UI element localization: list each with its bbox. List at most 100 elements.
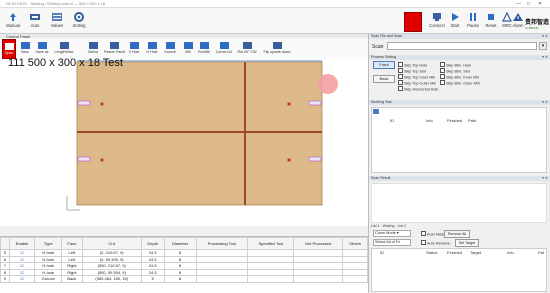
h-hole-marker	[308, 100, 322, 106]
panel-canvas[interactable]: »	[0, 57, 368, 239]
result-tabs: List 1 Waiting List 2	[371, 224, 406, 228]
ribbon-h-hole-button[interactable]: H Hole	[144, 39, 160, 59]
h-hole-marker	[77, 156, 91, 162]
values-button[interactable]: Values	[46, 10, 68, 32]
operations-table: Enable Type Face Crd Depth Diameter Processing…	[0, 236, 368, 293]
column-header[interactable]: Enable	[8, 237, 36, 250]
scan-input[interactable]	[387, 42, 537, 50]
select-icon	[88, 42, 98, 49]
title-bar: NCSTUDIO · Nesting / Drilling control — …	[0, 0, 550, 8]
ribbon-select-button[interactable]: Select	[86, 39, 100, 59]
setting-button[interactable]: Setting	[68, 10, 90, 32]
working-list[interactable]: ID Info Finished Path	[371, 107, 547, 173]
close-button[interactable]: ✕	[538, 1, 542, 7]
table-cell: Back	[61, 275, 83, 283]
ribbon-lengthwise-button[interactable]: LengthWise	[52, 39, 76, 59]
skip-horizontal-hole-checkbox[interactable]: Skip Horizontal Hole	[398, 86, 438, 92]
remove-all-button[interactable]: Remove All	[444, 230, 470, 238]
auto-button[interactable]: Auto	[24, 10, 46, 32]
hole-mark	[100, 158, 104, 162]
scan-section-header: Scan File and Scan ▾ ✕	[369, 34, 550, 39]
tab-waiting[interactable]: Waiting	[383, 224, 395, 228]
ribbon-open-button[interactable]: Open	[2, 39, 16, 59]
tab-list-2[interactable]: List 2	[397, 224, 406, 228]
cursor-marker	[318, 74, 338, 94]
curve-mode-select[interactable]: Curve Mode ▾	[373, 230, 411, 237]
skip-btm-inner-mill-checkbox[interactable]: Skip Btm. Inner Mill	[440, 74, 479, 80]
board-right	[244, 61, 323, 206]
alarm-button[interactable]: Alarm	[510, 10, 526, 32]
column-header[interactable]: Processing Tool	[195, 237, 249, 250]
scan-label: Scan	[372, 44, 384, 50]
hole-mark	[287, 102, 291, 106]
lengthwise-icon	[59, 42, 69, 49]
right-panel: Scan File and Scan ▾ ✕ Scan ▾ Process Set…	[368, 34, 550, 293]
working-section-header: Working Stat ▾ ✕	[369, 100, 550, 105]
column-header[interactable]: Others	[342, 237, 368, 250]
skip-top-hole-checkbox[interactable]: Skip Top Hole	[398, 62, 427, 68]
part-title: 111 500 x 300 x 18 Test	[8, 57, 123, 69]
connect-icon	[433, 13, 441, 21]
table-cell: 9	[0, 275, 10, 283]
table-cell: (365.463, 180, 15)	[81, 275, 142, 283]
list-toolbar-icon[interactable]	[373, 109, 379, 114]
emergency-stop-button[interactable]	[404, 12, 422, 32]
ribbon-new-button[interactable]: New	[18, 39, 32, 59]
set-target-button[interactable]: Set Target	[455, 239, 479, 247]
pause-icon	[470, 13, 476, 21]
auto-remove-checkbox[interactable]: Auto Remove	[421, 240, 450, 246]
flip-icon	[272, 42, 282, 49]
ribbon-resize-panel-button[interactable]: Resize Panel	[104, 39, 125, 59]
table-cell	[247, 275, 295, 283]
scan-result-section-header: Scan Result ▾ ✕	[369, 176, 550, 181]
ribbon-recmill-button[interactable]: RecMill	[196, 39, 212, 59]
ribbon-mill-button[interactable]: Mill	[182, 39, 194, 59]
ribbon-cornercut-button[interactable]: CornerCut	[214, 39, 234, 59]
front-button[interactable]: Front	[373, 61, 395, 69]
play-icon	[452, 13, 459, 21]
skip-btm-slot-checkbox[interactable]: Skip Btm. Slot	[440, 68, 470, 74]
app-window: { "window": { "title": "NCSTUDIO · Nesti…	[0, 0, 550, 293]
v-hole-icon	[129, 42, 139, 49]
hole-mark	[100, 102, 104, 106]
h-hole-icon	[147, 42, 157, 49]
h-hole-marker	[308, 156, 322, 162]
target-list[interactable]: ID Status Finished Target Info Pat	[371, 248, 547, 292]
ribbon-save-as-button[interactable]: Save as	[34, 39, 50, 59]
maximize-button[interactable]: □	[527, 1, 530, 7]
resize-icon	[109, 42, 119, 49]
tab-list-1[interactable]: List 1	[371, 224, 380, 228]
table-cell[interactable]: ☑	[8, 275, 36, 283]
scan-result-list	[371, 183, 547, 223]
column-header[interactable]: Face	[61, 237, 83, 250]
ribbon-flip-upside-down-button[interactable]: Flip upside down	[262, 39, 292, 59]
manual-button[interactable]: Manual	[2, 10, 24, 32]
groove-icon	[165, 42, 175, 49]
table-row[interactable]: 9 ☑ Groove Back (365.463, 180, 15) 5 6	[0, 275, 368, 283]
minimize-button[interactable]: —	[516, 1, 521, 7]
board-left	[76, 61, 246, 206]
ribbon-v-hole-button[interactable]: V Hole	[126, 39, 142, 59]
auto-mode-checkbox[interactable]: Auto Mode	[421, 231, 445, 237]
select-all-field[interactable]: Select All of Fx	[373, 239, 411, 246]
window-title: NCSTUDIO · Nesting / Drilling control — …	[6, 1, 106, 6]
column-header[interactable]: Type	[34, 237, 63, 250]
ribbon-rot-90-cw-button[interactable]: Rot 90° CW	[236, 39, 258, 59]
scan-dropdown-icon[interactable]: ▾	[539, 42, 547, 50]
back-button[interactable]: Back	[373, 75, 395, 83]
column-header[interactable]: Not Processed	[293, 237, 344, 250]
column-header[interactable]: Specified Tool	[247, 237, 295, 250]
column-header[interactable]: Crd	[81, 237, 142, 250]
column-header[interactable]	[0, 237, 10, 250]
skip-top-slot-checkbox[interactable]: Skip Top Slot	[398, 68, 426, 74]
ribbon-groove-button[interactable]: Groove	[162, 39, 178, 59]
column-header[interactable]: Diameter	[163, 237, 197, 250]
skip-top-inner-mill-checkbox[interactable]: Skip Top Inner Mill	[398, 74, 435, 80]
table-cell: Groove	[34, 275, 63, 283]
gear-icon	[74, 12, 84, 22]
skip-top-outer-mill-checkbox[interactable]: Skip Top Outer Mill	[398, 80, 436, 86]
skip-btm-outer-mill-checkbox[interactable]: Skip Btm. Outer Mill	[440, 80, 480, 86]
auto-icon	[30, 14, 40, 20]
skip-btm-hole-checkbox[interactable]: Skip Btm. Hole	[440, 62, 471, 68]
column-header[interactable]: Depth	[140, 237, 165, 250]
